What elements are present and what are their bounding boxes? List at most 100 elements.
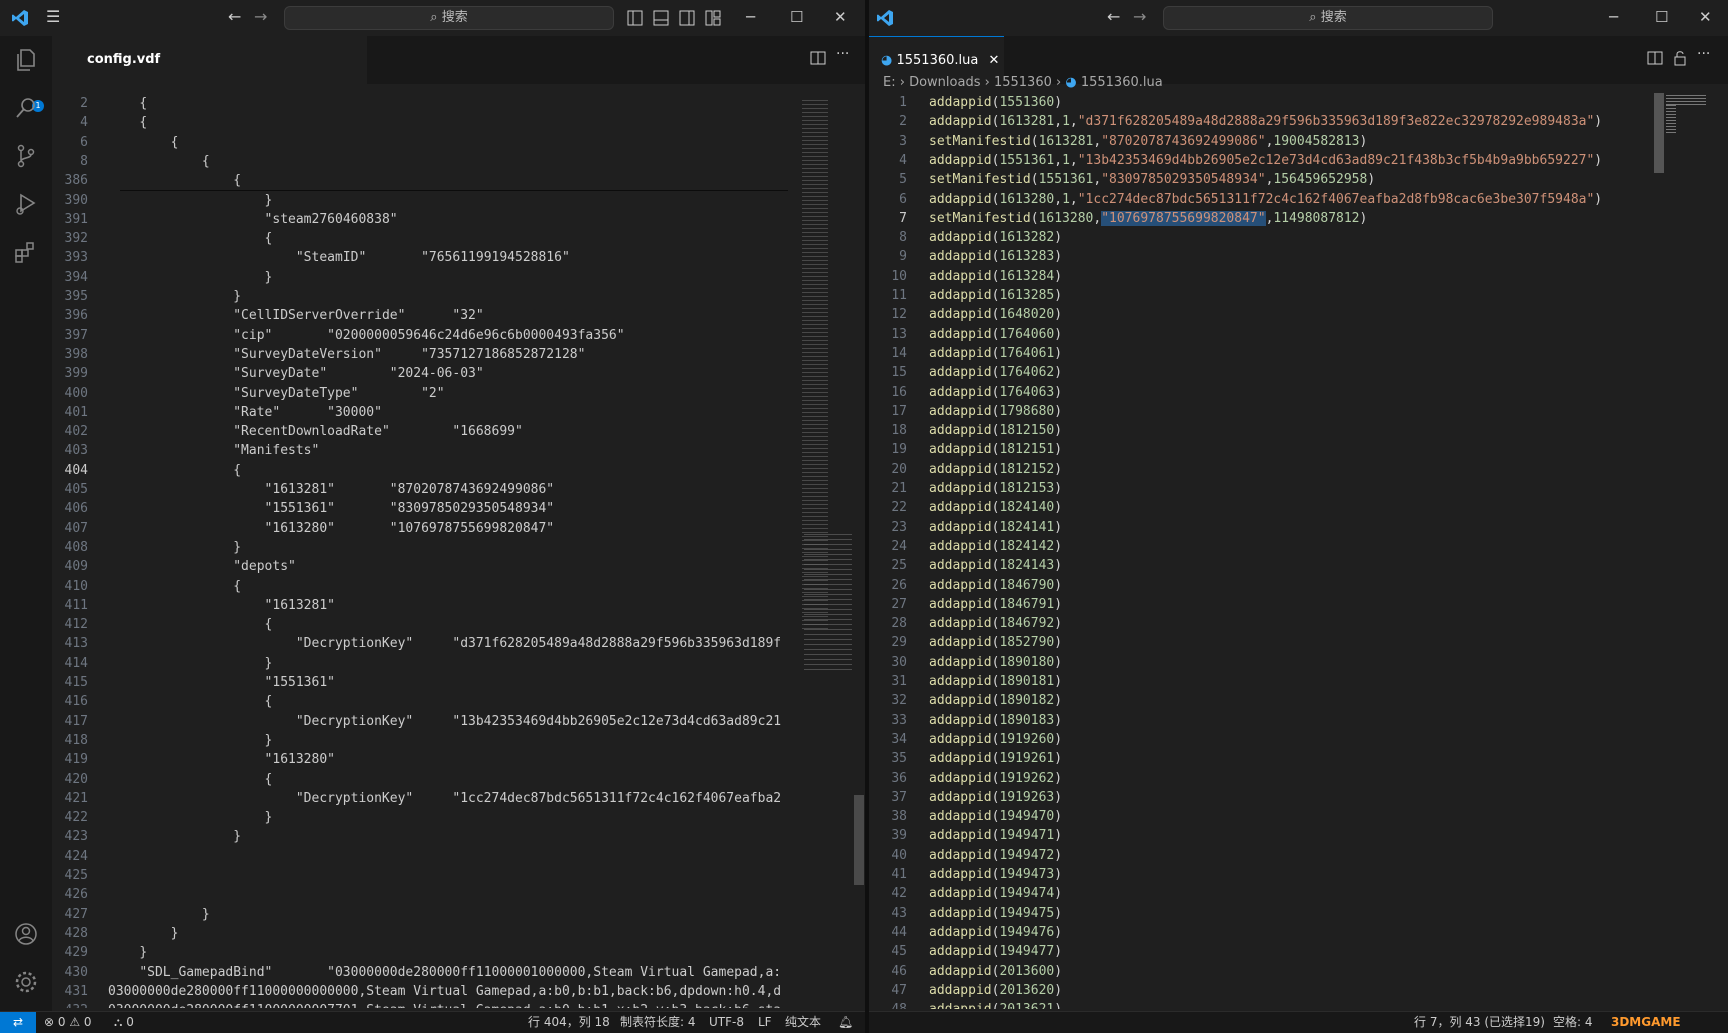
remote-indicator-button[interactable]: ⇄ (0, 1012, 36, 1033)
extensions-icon[interactable] (12, 238, 40, 266)
code-line[interactable]: 392 { (52, 229, 788, 248)
code-line[interactable]: 20 addappid(1812152) (869, 460, 1649, 479)
code-line[interactable]: 428 } (52, 924, 788, 943)
code-line[interactable]: 404 { (52, 461, 788, 480)
code-line[interactable]: 419 "1613280" (52, 750, 788, 769)
code-line[interactable]: 11 addappid(1613285) (869, 286, 1649, 305)
code-line[interactable]: 406 "1551361" "8309785029350548934" (52, 499, 788, 518)
minimap[interactable] (1652, 93, 1712, 173)
code-line[interactable]: 413 "DecryptionKey" "d371f628205489a48d2… (52, 634, 788, 653)
code-line[interactable]: 9 addappid(1613283) (869, 247, 1649, 266)
code-line[interactable]: 410 { (52, 577, 788, 596)
source-control-icon[interactable] (12, 142, 40, 170)
code-line[interactable]: 391 "steam2760460838" (52, 210, 788, 229)
code-line[interactable]: 6 { (52, 133, 788, 152)
code-line[interactable]: 43 addappid(1949475) (869, 904, 1649, 923)
code-line[interactable]: 411 "1613281" (52, 596, 788, 615)
code-line[interactable]: 425 (52, 866, 788, 885)
code-line[interactable]: 47 addappid(2013620) (869, 981, 1649, 1000)
more-actions-icon[interactable]: ··· (1697, 46, 1710, 62)
code-line[interactable]: 40 addappid(1949472) (869, 846, 1649, 865)
code-line[interactable]: 14 addappid(1764061) (869, 344, 1649, 363)
settings-gear-icon[interactable] (12, 968, 40, 996)
code-line[interactable]: 417 "DecryptionKey" "13b42353469d4bb2690… (52, 712, 788, 731)
code-line[interactable]: 32 addappid(1890182) (869, 691, 1649, 710)
code-line[interactable]: 18 addappid(1812150) (869, 421, 1649, 440)
run-debug-icon[interactable] (12, 190, 40, 218)
code-line[interactable]: 424 (52, 847, 788, 866)
language-mode[interactable]: 纯文本 (785, 1012, 821, 1033)
tab-close-icon[interactable]: ✕ (988, 53, 999, 68)
code-line[interactable]: 39 addappid(1949471) (869, 826, 1649, 845)
breadcrumb-drive[interactable]: E: (883, 75, 896, 90)
split-editor-icon[interactable] (810, 50, 826, 66)
code-line[interactable]: 407 "1613280" "1076978755699820847" (52, 519, 788, 538)
code-line[interactable]: 8 { (52, 152, 788, 171)
code-line[interactable]: 22 addappid(1824140) (869, 498, 1649, 517)
code-line[interactable]: 395 } (52, 287, 788, 306)
code-line[interactable]: 27 addappid(1846791) (869, 595, 1649, 614)
menu-icon[interactable]: ☰ (46, 6, 60, 28)
code-line[interactable]: 418 } (52, 731, 788, 750)
breadcrumb-folder-1551360[interactable]: 1551360 (994, 75, 1052, 90)
code-line[interactable]: 21 addappid(1812153) (869, 479, 1649, 498)
code-line[interactable]: 420 { (52, 770, 788, 789)
vertical-scrollbar-thumb[interactable] (854, 795, 864, 885)
ports-indicator[interactable]: ⛬ 0 (114, 1012, 134, 1033)
code-line[interactable]: 33 addappid(1890183) (869, 711, 1649, 730)
code-line[interactable]: 409 "depots" (52, 557, 788, 576)
code-line[interactable]: 2 addappid(1613281,1,"d371f628205489a48d2… (869, 112, 1649, 131)
code-line[interactable]: 34 addappid(1919260) (869, 730, 1649, 749)
code-line[interactable]: 432 03000000de280000ff11000000007701,Stea… (52, 1001, 788, 1008)
code-line[interactable]: 42 addappid(1949474) (869, 884, 1649, 903)
tab-config-vdf[interactable]: config.vdf (52, 36, 367, 84)
code-line[interactable]: 26 addappid(1846790) (869, 576, 1649, 595)
encoding-indicator[interactable]: UTF-8 (709, 1012, 744, 1033)
toggle-panel-icon[interactable] (653, 10, 669, 26)
code-line[interactable]: 36 addappid(1919262) (869, 769, 1649, 788)
code-line[interactable]: 421 "DecryptionKey" "1cc274dec87bdc56513… (52, 789, 788, 808)
code-line[interactable]: 25 addappid(1824143) (869, 556, 1649, 575)
code-line[interactable]: 412 { (52, 615, 788, 634)
back-arrow-icon[interactable]: ← (228, 6, 241, 28)
code-line[interactable]: 4 { (52, 113, 788, 132)
more-actions-icon[interactable]: ··· (836, 46, 849, 62)
code-line[interactable]: 422 } (52, 808, 788, 827)
close-window-icon[interactable]: ✕ (1699, 5, 1712, 29)
code-line[interactable]: 16 addappid(1764063) (869, 383, 1649, 402)
code-line[interactable]: 15 addappid(1764062) (869, 363, 1649, 382)
breadcrumb-folder-downloads[interactable]: Downloads (909, 75, 980, 90)
code-line[interactable]: 1 addappid(1551360) (869, 93, 1649, 112)
customize-layout-icon[interactable] (705, 10, 721, 26)
close-window-icon[interactable]: ✕ (834, 5, 847, 29)
code-line[interactable]: 29 addappid(1852790) (869, 633, 1649, 652)
back-arrow-icon[interactable]: ← (1107, 6, 1120, 28)
code-line[interactable]: 2 { (52, 94, 788, 113)
code-line[interactable]: 35 addappid(1919261) (869, 749, 1649, 768)
command-search-box[interactable]: ⌕ 搜索 (1163, 6, 1493, 30)
code-line[interactable]: 396 "CellIDServerOverride" "32" (52, 306, 788, 325)
code-line[interactable]: 416 { (52, 692, 788, 711)
explorer-icon[interactable] (12, 46, 40, 74)
code-line[interactable]: 399 "SurveyDate" "2024-06-03" (52, 364, 788, 383)
problems-indicator[interactable]: ⊗ 0 ⚠ 0 (44, 1012, 92, 1033)
code-line[interactable]: 13 addappid(1764060) (869, 325, 1649, 344)
code-line[interactable]: 402 "RecentDownloadRate" "1668699" (52, 422, 788, 441)
account-icon[interactable] (12, 920, 40, 948)
code-line[interactable]: 403 "Manifests" (52, 441, 788, 460)
code-line[interactable]: 423 } (52, 827, 788, 846)
code-line[interactable]: 429 } (52, 943, 788, 962)
toggle-secondary-sidebar-icon[interactable] (679, 10, 695, 26)
code-line[interactable]: 386 { (52, 171, 788, 190)
code-line[interactable]: 414 } (52, 654, 788, 673)
code-line[interactable]: 28 addappid(1846792) (869, 614, 1649, 633)
lock-icon[interactable] (1672, 50, 1688, 66)
code-line[interactable]: 17 addappid(1798680) (869, 402, 1649, 421)
eol-indicator[interactable]: LF (758, 1012, 772, 1033)
notifications-bell-icon[interactable]: 🔔︎ (838, 1012, 853, 1033)
minimap[interactable] (790, 94, 854, 704)
toggle-sidebar-icon[interactable] (627, 10, 643, 26)
maximize-icon[interactable]: ☐ (1655, 5, 1668, 29)
code-line[interactable]: 6 addappid(1613280,1,"1cc274dec87bdc56513… (869, 190, 1649, 209)
code-line[interactable]: 400 "SurveyDateType" "2" (52, 384, 788, 403)
